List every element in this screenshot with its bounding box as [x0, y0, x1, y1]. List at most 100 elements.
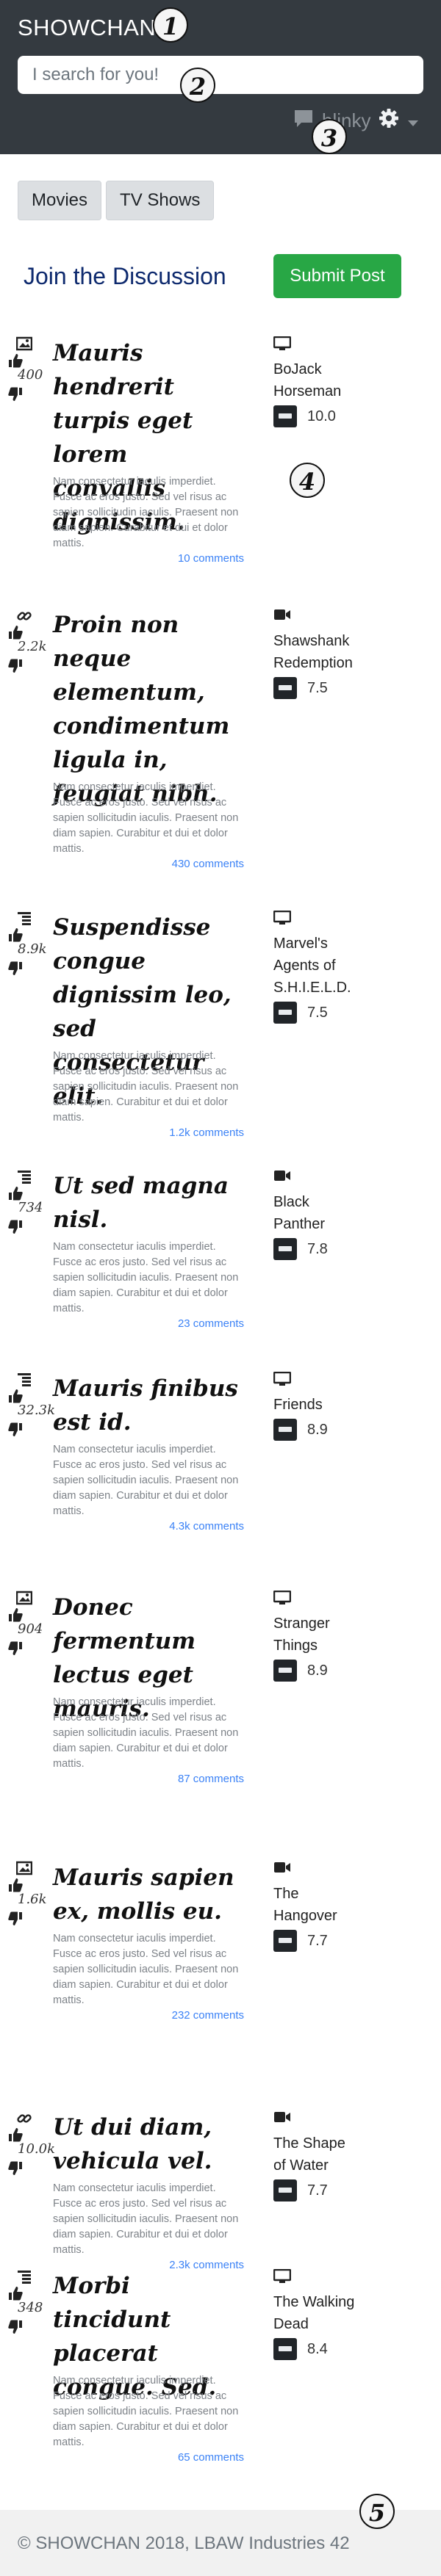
- comments-link[interactable]: 1.2k comments: [169, 1126, 244, 1139]
- imdb-logo-icon: [273, 1660, 297, 1682]
- video-camera-icon: [273, 608, 291, 625]
- search-input[interactable]: [18, 56, 423, 94]
- join-discussion-heading: Join the Discussion: [24, 263, 226, 289]
- chat-bubble-icon[interactable]: [293, 108, 315, 134]
- post-card[interactable]: 2.2k Proin non neque elementum, condiment…: [0, 608, 441, 878]
- post-body: Nam consectetur iaculis imperdiet. Fusce…: [53, 476, 239, 549]
- tv-icon: [273, 1590, 292, 1609]
- vote-count: 8.9k: [18, 941, 47, 957]
- post-card[interactable]: 348 Morbi tincidunt placerat congue. Sed.…: [0, 2268, 441, 2472]
- post-card[interactable]: 400 Mauris hendrerit turpis eget lorem co…: [0, 336, 441, 573]
- post-title[interactable]: Mauris sapien ex, mollis eu.: [53, 1861, 245, 1928]
- vote-count: 32.3k: [18, 1403, 55, 1418]
- post-card[interactable]: 10.0k Ut dui diam, vehicula vel. Nam conse…: [0, 2110, 441, 2279]
- show-name[interactable]: The Hangover: [273, 1883, 360, 1927]
- comments-link[interactable]: 430 comments: [172, 858, 244, 870]
- imdb-rating: 7.5: [307, 680, 328, 696]
- show-name[interactable]: Black Panther: [273, 1191, 360, 1235]
- video-camera-icon: [273, 1169, 291, 1186]
- vote-count: 10.0k: [18, 2141, 55, 2157]
- vote-count: 734: [18, 1200, 43, 1215]
- post-body: Nam consectetur iaculis imperdiet. Fusce…: [53, 1241, 239, 1314]
- vote-count: 2.2k: [18, 639, 47, 654]
- imdb-rating: 7.5: [307, 1005, 328, 1021]
- post-title[interactable]: Ut sed magna nisl.: [53, 1169, 245, 1237]
- post-body: Nam consectetur iaculis imperdiet. Fusce…: [53, 1444, 239, 1517]
- downvote-thumbs-down-icon[interactable]: [7, 1911, 24, 1931]
- imdb-rating: 10.0: [307, 408, 336, 424]
- post-body: Nam consectetur iaculis imperdiet. Fusce…: [53, 2182, 239, 2256]
- imdb-rating: 7.7: [307, 1933, 328, 1949]
- downvote-thumbs-down-icon[interactable]: [7, 1640, 24, 1660]
- comments-link[interactable]: 10 comments: [178, 552, 244, 565]
- tv-icon: [273, 910, 292, 929]
- post-body: Nam consectetur iaculis imperdiet. Fusce…: [53, 2375, 239, 2448]
- show-name[interactable]: Marvel's Agents of S.H.I.E.L.D.: [273, 933, 360, 999]
- tv-shows-button[interactable]: TV Shows: [106, 181, 215, 220]
- video-camera-icon: [273, 1861, 291, 1878]
- post-body: Nam consectetur iaculis imperdiet. Fusce…: [53, 1050, 239, 1124]
- post-body: Nam consectetur iaculis imperdiet. Fusce…: [53, 781, 239, 855]
- footer: © SHOWCHAN 2018, LBAW Industries 42 5: [0, 2494, 441, 2576]
- comments-link[interactable]: 65 comments: [178, 2451, 244, 2464]
- imdb-logo-icon: [273, 1419, 297, 1441]
- post-card[interactable]: 8.9k Suspendisse congue dignissim leo, se…: [0, 910, 441, 1147]
- video-camera-icon: [273, 2110, 291, 2127]
- brand-logo[interactable]: SHOWCHAN: [18, 15, 156, 41]
- tv-icon: [273, 2268, 292, 2287]
- tv-icon: [273, 1371, 292, 1390]
- downvote-thumbs-down-icon[interactable]: [7, 1422, 24, 1441]
- chevron-down-icon[interactable]: [407, 109, 419, 132]
- comments-link[interactable]: 4.3k comments: [169, 1520, 244, 1533]
- gear-icon[interactable]: [378, 107, 400, 134]
- downvote-thumbs-down-icon[interactable]: [7, 1219, 24, 1239]
- movies-button[interactable]: Movies: [18, 181, 102, 220]
- annotation-marker-5: 5: [359, 2494, 395, 2529]
- post-title[interactable]: Ut dui diam, vehicula vel.: [53, 2110, 245, 2178]
- show-name[interactable]: The Walking Dead: [273, 2291, 360, 2335]
- post-card[interactable]: 32.3k Mauris finibus est id. Nam consectet…: [0, 1371, 441, 1541]
- imdb-rating: 8.9: [307, 1663, 328, 1679]
- show-name[interactable]: BoJack Horseman: [273, 358, 360, 402]
- downvote-thumbs-down-icon[interactable]: [7, 960, 24, 980]
- imdb-rating: 8.9: [307, 1422, 328, 1438]
- show-name[interactable]: Friends: [273, 1394, 360, 1416]
- imdb-logo-icon: [273, 677, 297, 699]
- post-body: Nam consectetur iaculis imperdiet. Fusce…: [53, 1933, 239, 2006]
- vote-count: 348: [18, 2300, 43, 2315]
- comments-link[interactable]: 23 comments: [178, 1317, 244, 1330]
- imdb-logo-icon: [273, 1002, 297, 1024]
- tv-icon: [273, 336, 292, 355]
- annotation-marker-2: 2: [180, 68, 215, 103]
- imdb-rating: 7.8: [307, 1241, 328, 1257]
- post-title[interactable]: Mauris finibus est id.: [53, 1372, 245, 1439]
- imdb-logo-icon: [273, 405, 297, 427]
- vote-count: 1.6k: [18, 1892, 47, 1907]
- downvote-thumbs-down-icon[interactable]: [7, 386, 24, 406]
- category-filter: Movies TV Shows: [18, 181, 215, 220]
- comments-link[interactable]: 232 comments: [172, 2009, 244, 2022]
- annotation-marker-3: 3: [312, 119, 347, 154]
- navbar: SHOWCHAN 1 2 blinky 3: [0, 0, 441, 154]
- comments-link[interactable]: 87 comments: [178, 1773, 244, 1785]
- user-menu[interactable]: blinky: [293, 107, 419, 134]
- post-card[interactable]: 1.6k Mauris sapien ex, mollis eu. Nam cons…: [0, 1861, 441, 2030]
- imdb-logo-icon: [273, 2179, 297, 2201]
- show-name[interactable]: The Shape of Water: [273, 2132, 360, 2177]
- imdb-rating: 8.4: [307, 2341, 328, 2357]
- show-name[interactable]: Stranger Things: [273, 1613, 360, 1657]
- imdb-logo-icon: [273, 1238, 297, 1260]
- downvote-thumbs-down-icon[interactable]: [7, 2319, 24, 2339]
- downvote-thumbs-down-icon[interactable]: [7, 658, 24, 678]
- show-name[interactable]: Shawshank Redemption: [273, 630, 360, 674]
- post-body: Nam consectetur iaculis imperdiet. Fusce…: [53, 1696, 239, 1770]
- imdb-rating: 7.7: [307, 2182, 328, 2199]
- post-card[interactable]: 734 Ut sed magna nisl. Nam consectetur iac…: [0, 1169, 441, 1338]
- imdb-logo-icon: [273, 1930, 297, 1952]
- vote-count: 904: [18, 1621, 43, 1637]
- submit-post-button[interactable]: Submit Post: [273, 254, 401, 298]
- post-card[interactable]: 904 Donec fermentum lectus eget mauris. Na…: [0, 1590, 441, 1793]
- imdb-logo-icon: [273, 2338, 297, 2360]
- downvote-thumbs-down-icon[interactable]: [7, 2160, 24, 2180]
- footer-copyright: © SHOWCHAN 2018, LBAW Industries 42: [18, 2533, 350, 2553]
